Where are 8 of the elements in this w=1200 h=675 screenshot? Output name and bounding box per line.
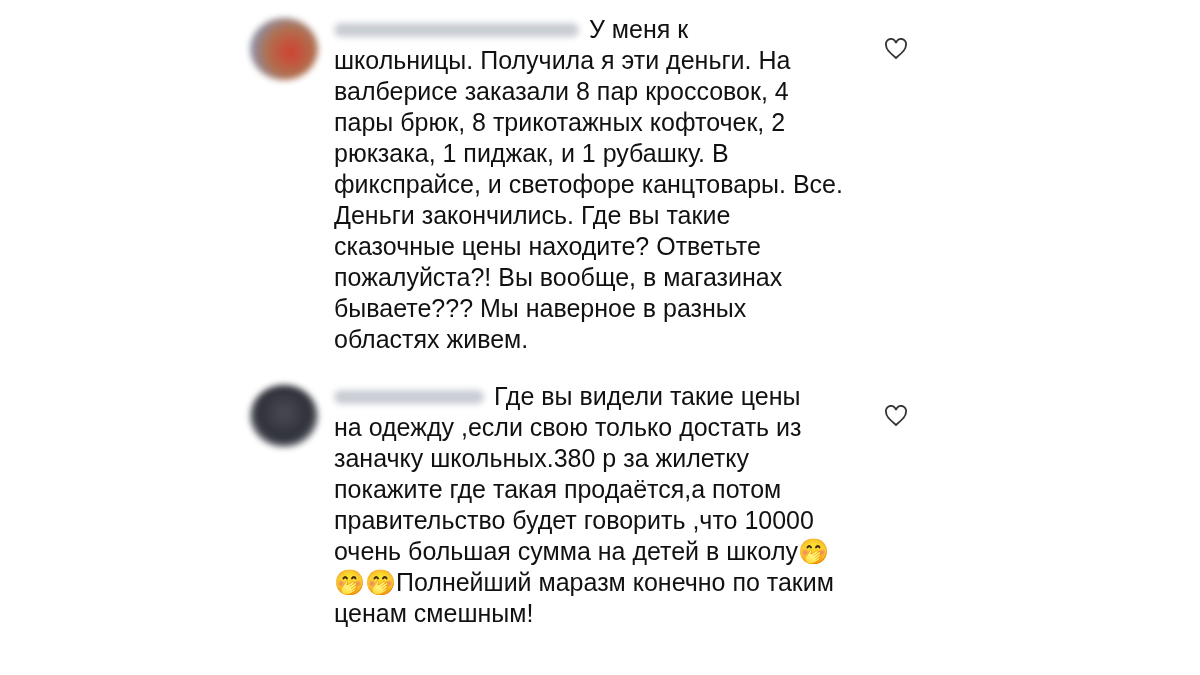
heart-icon[interactable] [884,38,908,60]
comment-text: на одежду ,если свою только достать из заначку школьных.380 р за жилетку покажите где такая продаётся,а потом правительство будет говорить ,что 10000 очень большая сумма на детей в школу🤭🤭🤭Полнейший маразм конечно по таким ценам смешным! [334,412,835,629]
avatar [250,18,318,80]
comment-text: школьницы. Получила я эти деньги. На валберисе заказали 8 пар кроссовок, 4 пары брюк, 8 трикотажных кофточек, 2 рюкзака, 1 пиджак, и 1 рубашку. В фикспрайсе, и светофоре канцтовары. Все. Деньги закончились. Где вы такие сказочные цены находите? Ответьте пожалуйста?! Вы вообще, в магазинах бываете??? Мы наверное в разных областях живем. [334,45,844,355]
comment-text: Где вы видели такие цены [494,381,801,412]
avatar [250,385,318,447]
comment-text: У меня к [589,14,689,45]
heart-icon[interactable] [884,405,908,427]
